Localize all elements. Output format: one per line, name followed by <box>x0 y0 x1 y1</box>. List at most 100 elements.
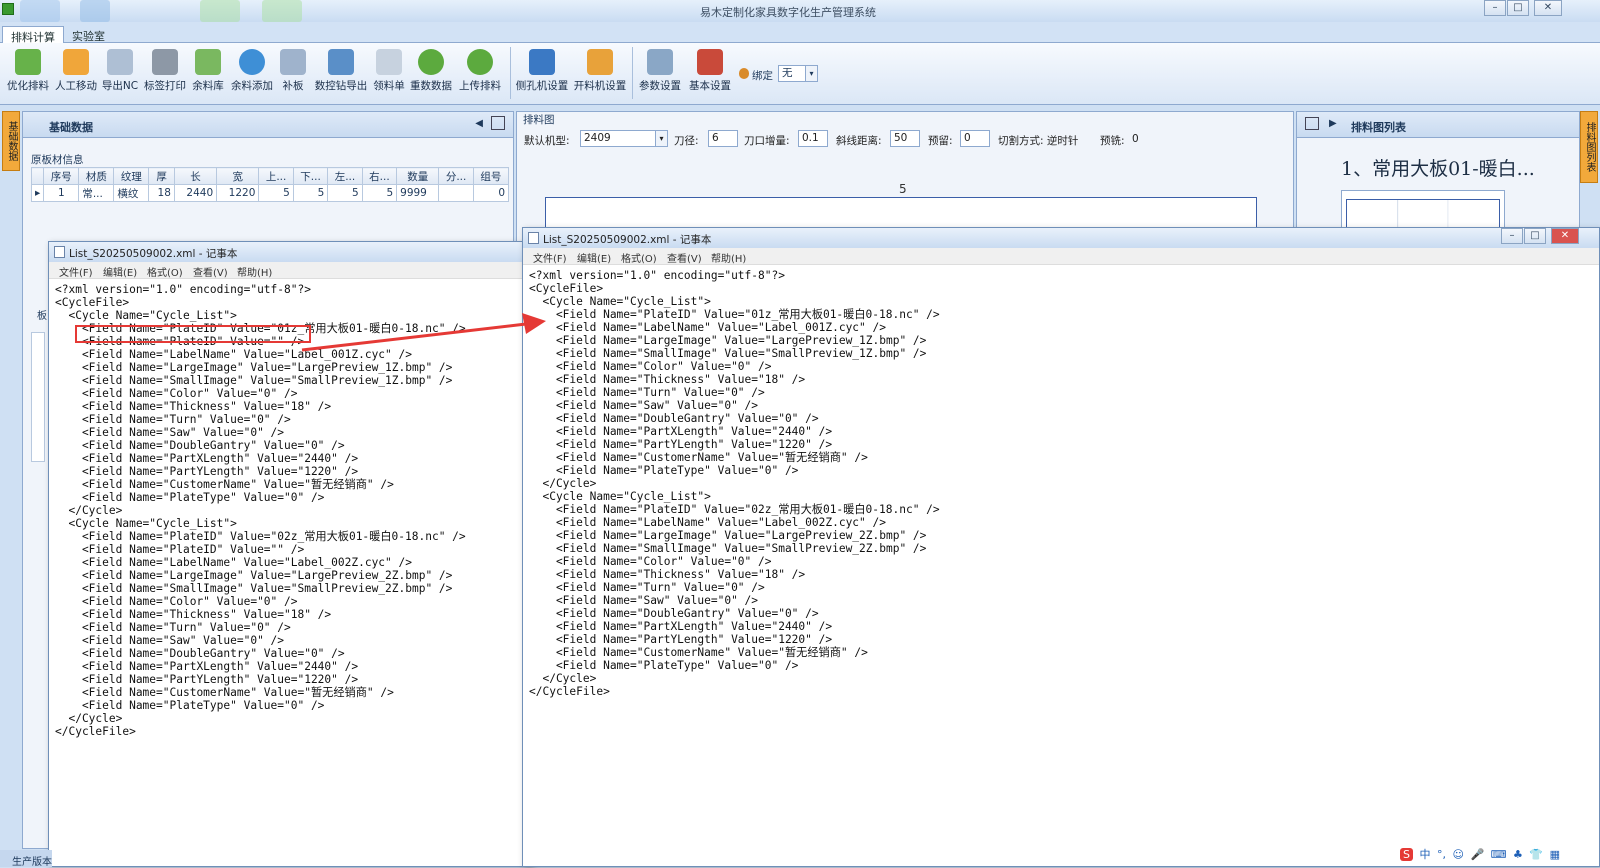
column-header[interactable]: 材质 <box>78 167 115 185</box>
button-label: 优化排料 <box>7 80 49 92</box>
table-row[interactable]: ▸ 1 常... 横纹 18 2440 1220 5 5 5 5 9999 0 <box>30 184 510 202</box>
cut-mode-label: 切割方式: 逆时针 <box>998 135 1079 147</box>
reload-data-button[interactable]: 重数数据 <box>408 47 454 97</box>
minimize-button[interactable]: – <box>1501 228 1523 244</box>
table-cell[interactable]: 横纹 <box>113 184 150 202</box>
menu-file[interactable]: 文件(F) <box>533 250 567 265</box>
cnc-drill-export-button[interactable]: 数控钻导出 <box>312 47 370 97</box>
manual-move-button[interactable]: 人工移动 <box>54 47 98 97</box>
column-header[interactable]: 下... <box>292 167 329 185</box>
bind-select[interactable]: 无 ▾ <box>778 65 818 82</box>
menu-edit[interactable]: 编辑(E) <box>577 250 611 265</box>
column-header[interactable]: 组号 <box>472 167 510 185</box>
menu-view[interactable]: 查看(V) <box>667 250 702 265</box>
menu-edit[interactable]: 编辑(E) <box>103 264 137 279</box>
table-cell[interactable]: 1220 <box>216 184 260 202</box>
cutter-settings-button[interactable]: 开料机设置 <box>572 47 628 97</box>
chevron-down-icon[interactable]: ▾ <box>655 131 667 146</box>
collapse-arrow-icon[interactable]: ◀ <box>475 118 483 129</box>
column-header[interactable]: 分... <box>438 167 474 185</box>
column-header[interactable]: 厚 <box>148 167 175 185</box>
menu-help[interactable]: 帮助(H) <box>711 250 746 265</box>
close-button[interactable]: ✕ <box>1534 0 1562 16</box>
ime-chinese-icon[interactable]: 中 <box>1419 848 1430 861</box>
table-cell[interactable]: 9999 <box>396 184 440 202</box>
system-tray: S 中 °, ☺ 🎤 ⌨ ♣ 👕 ▦ <box>1400 846 1563 867</box>
row-indicator <box>30 167 45 185</box>
column-header[interactable]: 长 <box>173 167 218 185</box>
plate-table: 序号 材质 纹理 厚 长 宽 上... 下... 左... 右... 数量 分.… <box>30 167 510 202</box>
expand-arrow-icon[interactable]: ▶ <box>1329 118 1337 129</box>
remnant-library-button[interactable]: 余料库 <box>190 47 226 97</box>
side-hole-settings-button[interactable]: 侧孔机设置 <box>514 47 570 97</box>
add-icon <box>239 49 265 75</box>
optimize-button[interactable]: 优化排料 <box>6 47 50 97</box>
table-cell[interactable]: 0 <box>472 184 510 202</box>
chevron-down-icon[interactable]: ▾ <box>805 66 817 81</box>
add-remnant-button[interactable]: 余料添加 <box>230 47 274 97</box>
machine-value: 2409 <box>584 132 611 144</box>
machine-select[interactable]: 2409 ▾ <box>580 130 668 147</box>
canvas-label: 5 <box>899 182 907 196</box>
menu-format[interactable]: 格式(O) <box>621 250 657 265</box>
upload-layout-button[interactable]: 上传排料 <box>456 47 504 97</box>
patch-board-button[interactable]: 补板 <box>278 47 308 97</box>
maximize-button[interactable]: □ <box>1507 0 1529 16</box>
close-button[interactable]: ✕ <box>1551 228 1579 244</box>
ime-logo-icon[interactable]: S <box>1400 848 1413 861</box>
column-header[interactable]: 左... <box>327 167 363 185</box>
table-cell[interactable]: 5 <box>361 184 398 202</box>
pin-icon[interactable] <box>491 116 505 130</box>
layout-list-side-tab[interactable]: 排料图列表 <box>1580 111 1598 183</box>
export-nc-button[interactable]: 导出NC <box>100 47 140 97</box>
layout-list-item[interactable]: 1、常用大板01-暖白... <box>1341 154 1535 181</box>
notepad-text-area[interactable]: <?xml version="1.0" encoding="utf-8"?> <… <box>529 269 940 698</box>
menu-file[interactable]: 文件(F) <box>59 264 93 279</box>
table-cell[interactable]: 5 <box>327 184 363 202</box>
menu-view[interactable]: 查看(V) <box>193 264 228 279</box>
table-cell[interactable] <box>438 184 474 202</box>
emoji-icon[interactable]: ☺ <box>1452 848 1463 861</box>
shirt-icon[interactable]: 👕 <box>1529 848 1543 861</box>
label-print-button[interactable]: 标签打印 <box>142 47 188 97</box>
param-settings-button[interactable]: 参数设置 <box>636 47 684 97</box>
basic-data-side-tab[interactable]: 基础数据 <box>2 111 20 171</box>
column-header[interactable]: 数量 <box>396 167 440 185</box>
table-cell[interactable]: 2440 <box>173 184 218 202</box>
table-cell[interactable]: 5 <box>292 184 329 202</box>
column-header[interactable]: 纹理 <box>113 167 150 185</box>
exit-icon[interactable] <box>1305 117 1319 130</box>
button-label: 人工移动 <box>55 80 97 92</box>
table-cell[interactable]: 5 <box>258 184 294 202</box>
skin-icon[interactable]: ♣ <box>1513 848 1523 861</box>
column-header[interactable]: 右... <box>361 167 398 185</box>
basic-settings-button[interactable]: 基本设置 <box>686 47 734 97</box>
column-header[interactable]: 序号 <box>43 167 80 185</box>
column-header[interactable]: 宽 <box>216 167 260 185</box>
group-title: 原板材信息 <box>31 154 84 166</box>
column-header[interactable]: 上... <box>258 167 294 185</box>
microphone-icon[interactable]: 🎤 <box>1470 848 1484 861</box>
maximize-button[interactable]: □ <box>1524 228 1546 244</box>
table-cell[interactable]: 1 <box>43 184 80 202</box>
menu-format[interactable]: 格式(O) <box>147 264 183 279</box>
tab-layout-calc[interactable]: 排料计算 <box>2 26 64 44</box>
increment-input[interactable]: 0.1 <box>798 130 828 147</box>
tab-lab[interactable]: 实验室 <box>64 26 113 43</box>
notepad-title-bar: List_S20250509002.xml - 记事本 <box>49 242 531 262</box>
remnant-icon <box>195 49 221 75</box>
reserve-input[interactable]: 0 <box>960 130 990 147</box>
keyboard-icon[interactable]: ⌨ <box>1491 848 1507 861</box>
minimize-button[interactable]: – <box>1484 0 1506 16</box>
punctuation-icon[interactable]: °, <box>1437 848 1446 861</box>
grid-icon[interactable]: ▦ <box>1550 848 1560 861</box>
row-selector-icon[interactable]: ▸ <box>30 184 45 202</box>
menu-help[interactable]: 帮助(H) <box>237 264 272 279</box>
tool-input[interactable]: 6 <box>708 130 738 147</box>
diag-input[interactable]: 50 <box>890 130 920 147</box>
table-cell[interactable]: 常... <box>78 184 115 202</box>
notepad-window-right: List_S20250509002.xml - 记事本 – □ ✕ 文件(F) … <box>522 227 1600 867</box>
material-list-button[interactable]: 领料单 <box>372 47 406 97</box>
table-cell[interactable]: 18 <box>148 184 175 202</box>
notepad-icon <box>54 246 65 258</box>
